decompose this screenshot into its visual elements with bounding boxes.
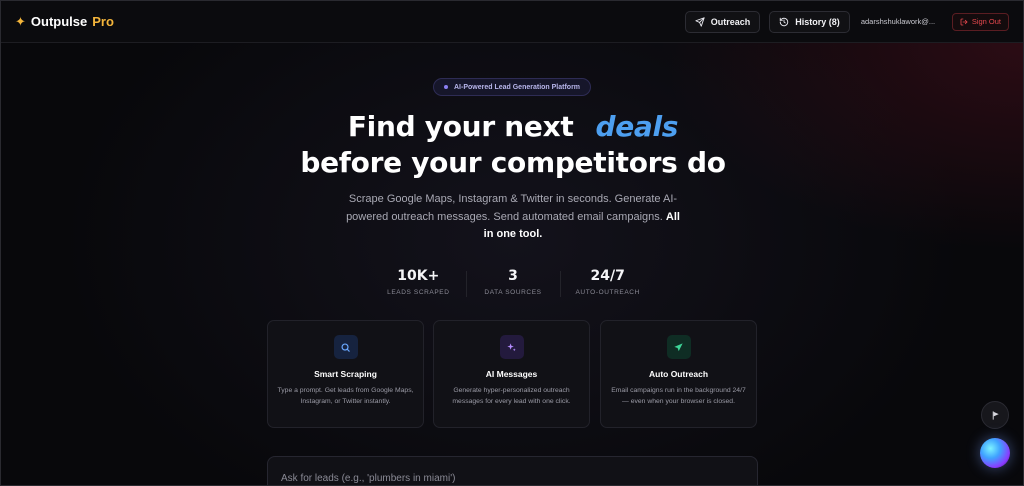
feature-card-auto-outreach: Auto Outreach Email campaigns run in the…	[600, 320, 757, 428]
stat-label: DATA SOURCES	[484, 289, 542, 296]
flag-icon	[992, 410, 999, 420]
stat-leads-scraped: 10K+ LEADS SCRAPED	[371, 267, 466, 301]
stat-auto-outreach: 24/7 AUTO-OUTREACH	[560, 267, 655, 301]
history-icon	[780, 17, 789, 26]
send-icon	[695, 16, 705, 27]
badge-text: AI-Powered Lead Generation Platform	[454, 83, 581, 91]
history-button[interactable]: History (8)	[769, 10, 850, 33]
user-email: adarshshuklawork@...	[860, 17, 936, 26]
lead-prompt-input[interactable]	[281, 473, 744, 484]
sign-out-label: Sign Out	[971, 17, 1001, 26]
hero-subtitle-text: Scrape Google Maps, Instagram & Twitter …	[346, 193, 678, 223]
hero-title-accent: deals	[595, 110, 679, 143]
feature-title: Smart Scraping	[314, 369, 377, 379]
lead-prompt-box	[267, 456, 758, 485]
feature-description: Type a prompt. Get leads from Google Map…	[277, 387, 414, 405]
platform-badge: AI-Powered Lead Generation Platform	[433, 78, 592, 96]
top-navbar: ✦ Outpulse Pro Outreach History (8) adar…	[1, 1, 1023, 43]
hero-title: Find your next deals before your competit…	[1, 109, 1023, 181]
outreach-label: Outreach	[710, 16, 751, 27]
hero-subtitle: Scrape Google Maps, Instagram & Twitter …	[341, 191, 685, 244]
logout-icon	[960, 18, 968, 25]
outreach-button[interactable]: Outreach	[684, 10, 761, 33]
hero-title-line1: Find your next	[347, 110, 574, 143]
stat-value: 10K+	[397, 268, 440, 284]
feature-card-smart-scraping: Smart Scraping Type a prompt. Get leads …	[267, 320, 424, 428]
sign-out-button[interactable]: Sign Out	[951, 12, 1009, 31]
stat-value: 24/7	[590, 268, 625, 284]
feature-card-ai-messages: AI Messages Generate hyper-personalized …	[433, 320, 590, 428]
brand-logo[interactable]: ✦ Outpulse Pro	[15, 14, 114, 30]
brand-suffix: Pro	[92, 14, 114, 29]
stat-label: LEADS SCRAPED	[387, 289, 450, 296]
stat-label: AUTO-OUTREACH	[575, 289, 640, 296]
stat-value: 3	[508, 268, 518, 284]
feedback-button[interactable]	[981, 401, 1009, 429]
badge-dot-icon	[444, 85, 448, 89]
hero-title-line2: before your competitors do	[300, 146, 726, 179]
send-icon	[666, 335, 691, 359]
app-page: ✦ Outpulse Pro Outreach History (8) adar…	[0, 0, 1024, 486]
history-label: History (8)	[795, 16, 840, 27]
stats-row: 10K+ LEADS SCRAPED 3 DATA SOURCES 24/7 A…	[371, 267, 655, 301]
stat-data-sources: 3 DATA SOURCES	[465, 267, 561, 301]
brand-name: Outpulse	[30, 14, 88, 29]
nav-actions: Outreach History (8) adarshshuklawork@..…	[684, 10, 1009, 33]
sparkles-icon	[499, 335, 524, 359]
feature-title: AI Messages	[485, 369, 538, 379]
feature-description: Generate hyper-personalized outreach mes…	[452, 387, 571, 405]
sparkle-icon: ✦	[15, 13, 26, 29]
feature-description: Email campaigns run in the background 24…	[611, 387, 746, 405]
assistant-orb-button[interactable]	[980, 438, 1010, 468]
feature-title: Auto Outreach	[648, 369, 709, 379]
search-icon	[333, 335, 358, 359]
